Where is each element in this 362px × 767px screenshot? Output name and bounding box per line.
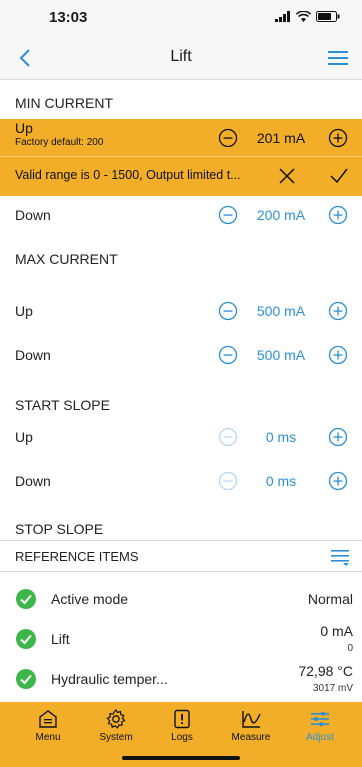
signal-icon bbox=[275, 11, 290, 22]
value-text: 500 mA bbox=[256, 303, 306, 319]
factory-default-text: Factory default: 200 bbox=[15, 137, 104, 148]
decrement-button-disabled bbox=[218, 427, 238, 447]
reference-item-row[interactable]: Hydraulic temper... 72,98 °C 3017 mV bbox=[0, 658, 362, 700]
reference-item-value: 0 mA bbox=[320, 623, 353, 639]
status-icons bbox=[275, 11, 340, 22]
start-slope-down-row: Down 0 ms bbox=[0, 462, 362, 500]
cancel-x-icon[interactable] bbox=[277, 166, 297, 186]
section-header-max-current: MAX CURRENT bbox=[15, 251, 118, 267]
value-text: 0 ms bbox=[265, 473, 297, 489]
tab-label: Measure bbox=[231, 732, 271, 743]
reference-item-label: Active mode bbox=[51, 591, 129, 607]
max-current-up-row: Up 500 mA bbox=[0, 292, 362, 330]
reference-item-subvalue: 3017 mV bbox=[312, 683, 353, 694]
status-time: 13:03 bbox=[49, 9, 88, 26]
tab-system[interactable]: System bbox=[81, 708, 151, 748]
increment-button[interactable] bbox=[328, 345, 348, 365]
reference-items-header: REFERENCE ITEMS bbox=[0, 540, 362, 572]
sliders-icon bbox=[311, 711, 329, 727]
reference-item-value: Normal bbox=[307, 591, 353, 607]
nav-bar: Lift bbox=[0, 36, 362, 80]
section-header-stop-slope: STOP SLOPE bbox=[15, 521, 104, 537]
value-text: 201 mA bbox=[256, 130, 306, 146]
row-label: Down bbox=[15, 473, 51, 489]
row-label: Up bbox=[15, 120, 33, 136]
tab-menu[interactable]: Menu bbox=[13, 708, 83, 748]
tab-label: Menu bbox=[35, 732, 61, 743]
reference-item-subvalue: 0 bbox=[347, 643, 353, 654]
increment-button[interactable] bbox=[328, 427, 348, 447]
check-circle-icon bbox=[16, 629, 36, 649]
start-slope-up-row: Up 0 ms bbox=[0, 418, 362, 456]
reference-item-value: 72,98 °C bbox=[298, 663, 353, 679]
row-label: Up bbox=[15, 429, 33, 445]
battery-icon bbox=[316, 11, 340, 22]
section-header-start-slope: START SLOPE bbox=[15, 397, 110, 413]
min-current-up-row-selected[interactable]: Up Factory default: 200 201 mA Valid ran… bbox=[0, 119, 362, 196]
home-indicator bbox=[122, 756, 240, 760]
reference-item-row[interactable]: Lift 0 mA 0 bbox=[0, 618, 362, 660]
measure-icon bbox=[242, 711, 261, 728]
min-current-down-row: Down 200 mA bbox=[0, 196, 362, 234]
value-text: 0 ms bbox=[265, 429, 297, 445]
tab-label: Logs bbox=[171, 732, 193, 743]
increment-button[interactable] bbox=[328, 205, 348, 225]
status-bar: 13:03 bbox=[0, 0, 362, 36]
decrement-button-disabled bbox=[218, 471, 238, 491]
menu-icon bbox=[39, 710, 57, 728]
decrement-button[interactable] bbox=[218, 128, 238, 148]
check-circle-icon bbox=[16, 589, 36, 609]
reference-items-title: REFERENCE ITEMS bbox=[15, 549, 139, 564]
tab-label: Adjust bbox=[306, 732, 334, 743]
tab-measure[interactable]: Measure bbox=[216, 708, 286, 748]
tab-logs[interactable]: Logs bbox=[147, 708, 217, 748]
gear-icon bbox=[106, 709, 126, 729]
increment-button[interactable] bbox=[328, 301, 348, 321]
confirm-check-icon[interactable] bbox=[329, 166, 349, 186]
divider bbox=[0, 156, 362, 157]
decrement-button[interactable] bbox=[218, 301, 238, 321]
increment-button[interactable] bbox=[328, 128, 348, 148]
row-label: Up bbox=[15, 303, 33, 319]
reference-item-label: Hydraulic temper... bbox=[51, 671, 168, 687]
bottom-tab-bar: Menu System Logs Measure Adjust bbox=[0, 702, 362, 767]
tab-adjust[interactable]: Adjust bbox=[285, 708, 355, 748]
page-title: Lift bbox=[170, 48, 192, 65]
value-text: 200 mA bbox=[256, 207, 306, 223]
check-circle-icon bbox=[16, 669, 36, 689]
section-header-min-current: MIN CURRENT bbox=[15, 95, 113, 111]
decrement-button[interactable] bbox=[218, 205, 238, 225]
reference-item-row[interactable]: Active mode Normal bbox=[0, 578, 362, 620]
increment-button[interactable] bbox=[328, 471, 348, 491]
validation-message: Valid range is 0 - 1500, Output limited … bbox=[15, 168, 241, 182]
wifi-icon bbox=[296, 11, 311, 22]
hamburger-menu-icon[interactable] bbox=[326, 46, 350, 70]
value-text: 500 mA bbox=[256, 347, 306, 363]
reference-item-label: Lift bbox=[51, 631, 70, 647]
logs-icon bbox=[174, 709, 190, 729]
filter-list-icon[interactable] bbox=[330, 548, 350, 566]
max-current-down-row: Down 500 mA bbox=[0, 336, 362, 374]
row-label: Down bbox=[15, 347, 51, 363]
row-label: Down bbox=[15, 207, 51, 223]
tab-label: System bbox=[99, 732, 133, 743]
decrement-button[interactable] bbox=[218, 345, 238, 365]
